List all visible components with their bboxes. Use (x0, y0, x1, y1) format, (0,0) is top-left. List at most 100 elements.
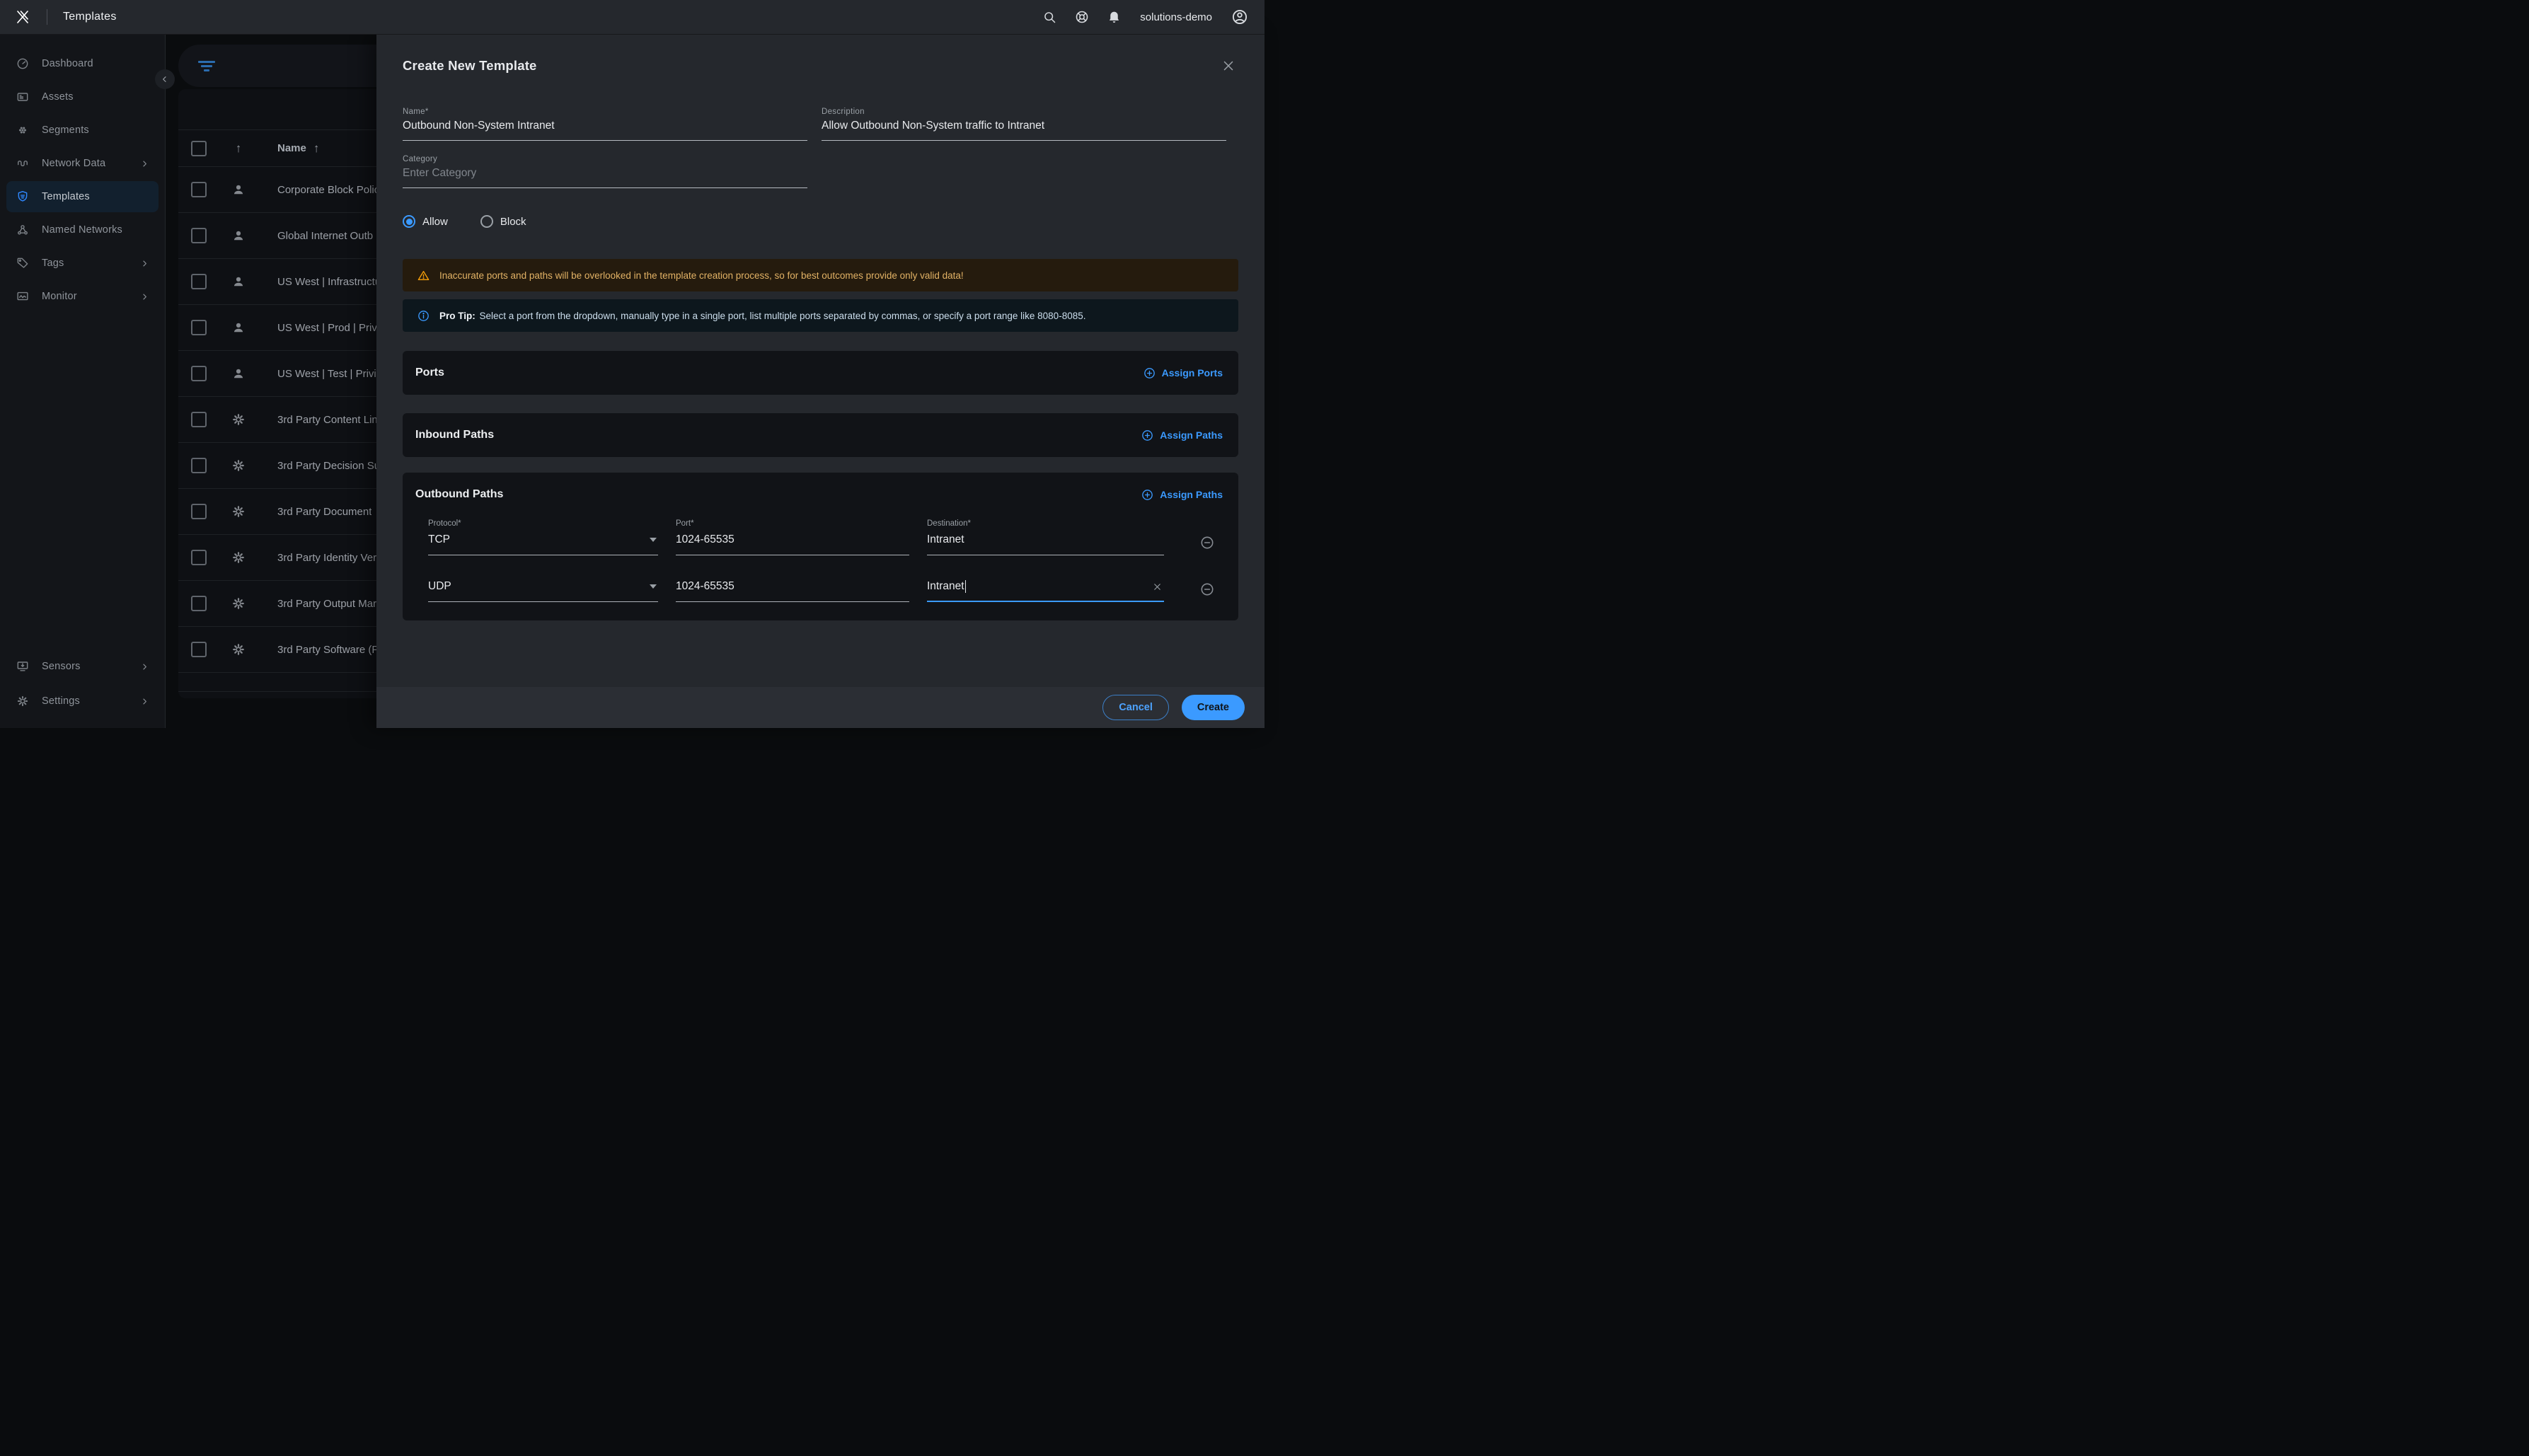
warning-triangle-icon (417, 269, 430, 282)
sidebar-item-assets[interactable]: Assets (6, 81, 159, 112)
protocol-label: Protocol* (428, 519, 658, 528)
description-field[interactable]: Description Allow Outbound Non-System tr… (822, 108, 1226, 141)
system-gear-icon (231, 550, 246, 565)
protip-text: Select a port from the dropdown, manuall… (480, 311, 1086, 321)
protocol-field[interactable]: Protocol* TCP (428, 519, 658, 555)
sidebar-item-templates[interactable]: Templates (6, 181, 159, 212)
row-checkbox[interactable] (191, 412, 207, 427)
allow-radio[interactable]: Allow (403, 215, 448, 228)
destination-field[interactable]: Destination* Intranet (927, 519, 1164, 555)
row-checkbox[interactable] (191, 458, 207, 473)
destination-input[interactable]: Intranet (927, 530, 1164, 555)
row-checkbox[interactable] (191, 596, 207, 611)
account-avatar-icon[interactable] (1231, 8, 1249, 26)
sidebar-item-sensors[interactable]: Sensors (6, 651, 159, 682)
plus-circle-icon (1141, 429, 1154, 442)
search-icon[interactable] (1042, 10, 1057, 25)
assign-ports-button[interactable]: Assign Ports (1143, 366, 1223, 380)
remove-row-button[interactable] (1199, 582, 1215, 597)
remove-row-button[interactable] (1199, 535, 1215, 550)
block-radio[interactable]: Block (480, 215, 526, 228)
assets-icon (16, 90, 30, 104)
row-checkbox[interactable] (191, 504, 207, 519)
destination-label: Destination* (927, 519, 1164, 528)
assign-inbound-paths-button[interactable]: Assign Paths (1141, 429, 1223, 442)
port-input[interactable]: 1024-65535 (676, 577, 909, 602)
sidebar-item-segments[interactable]: Segments (6, 115, 159, 146)
system-gear-icon (231, 458, 246, 473)
info-icon (417, 309, 430, 323)
dashboard-icon (16, 57, 30, 71)
port-field[interactable]: 1024-65535 (676, 577, 909, 602)
sidebar: Dashboard Assets Segments Network Data T… (0, 34, 166, 728)
warning-banner: Inaccurate ports and paths will be overl… (403, 259, 1238, 291)
protocol-field[interactable]: UDP (428, 577, 658, 602)
port-input[interactable]: 1024-65535 (676, 530, 909, 555)
row-checkbox[interactable] (191, 550, 207, 565)
assign-outbound-paths-button[interactable]: Assign Paths (1141, 488, 1223, 502)
system-gear-icon (231, 596, 246, 611)
user-icon (231, 182, 246, 197)
chevron-right-icon (139, 158, 150, 169)
text-cursor (965, 580, 967, 593)
user-icon (231, 228, 246, 243)
category-field[interactable]: Category Enter Category (403, 155, 807, 188)
app-logo-icon[interactable] (14, 8, 31, 25)
filter-icon[interactable] (198, 61, 215, 71)
name-field[interactable]: Name* Outbound Non-System Intranet (403, 108, 807, 141)
account-name[interactable]: solutions-demo (1140, 11, 1212, 23)
ports-section-title: Ports (415, 366, 444, 379)
outbound-paths-title: Outbound Paths (415, 488, 503, 501)
dropdown-caret-icon[interactable] (650, 584, 657, 589)
plus-circle-icon (1143, 366, 1156, 380)
close-icon[interactable] (1221, 58, 1236, 74)
description-input[interactable]: Allow Outbound Non-System traffic to Int… (822, 116, 1226, 141)
sidebar-item-tags[interactable]: Tags (6, 248, 159, 279)
clear-input-icon[interactable] (1152, 582, 1163, 592)
chevron-right-icon (139, 696, 150, 707)
inbound-paths-section: Inbound Paths Assign Paths (403, 413, 1238, 457)
sidebar-item-network-data[interactable]: Network Data (6, 148, 159, 179)
category-input[interactable]: Enter Category (403, 163, 807, 188)
notifications-bell-icon[interactable] (1107, 10, 1122, 25)
sidebar-item-settings[interactable]: Settings (6, 686, 159, 717)
sidebar-item-monitor[interactable]: Monitor (6, 281, 159, 312)
help-icon[interactable] (1074, 9, 1090, 25)
action-radio-group: Allow Block (403, 215, 1238, 228)
port-field[interactable]: Port* 1024-65535 (676, 519, 909, 555)
name-input[interactable]: Outbound Non-System Intranet (403, 116, 807, 141)
top-bar: Templates solutions-demo (0, 0, 1264, 35)
row-checkbox[interactable] (191, 228, 207, 243)
sidebar-collapse-button[interactable] (155, 69, 175, 89)
row-checkbox[interactable] (191, 642, 207, 657)
protip-label: Pro Tip: (439, 311, 476, 321)
select-all-checkbox[interactable] (191, 141, 207, 156)
sensors-icon (16, 659, 30, 674)
warning-text: Inaccurate ports and paths will be overl… (439, 270, 964, 281)
protocol-select[interactable]: UDP (428, 577, 658, 602)
dropdown-caret-icon[interactable] (650, 538, 657, 542)
sidebar-item-dashboard[interactable]: Dashboard (6, 48, 159, 79)
row-checkbox[interactable] (191, 366, 207, 381)
row-checkbox[interactable] (191, 274, 207, 289)
row-checkbox[interactable] (191, 182, 207, 197)
protip-banner: Pro Tip: Select a port from the dropdown… (403, 299, 1238, 332)
name-label: Name* (403, 108, 807, 116)
inbound-paths-title: Inbound Paths (415, 429, 494, 441)
plus-circle-icon (1141, 488, 1154, 502)
row-checkbox[interactable] (191, 320, 207, 335)
radio-icon (480, 215, 493, 228)
system-gear-icon (231, 642, 246, 657)
tags-icon (16, 256, 30, 270)
destination-input-focused[interactable]: Intranet (927, 577, 1164, 602)
chevron-right-icon (139, 661, 150, 672)
cancel-button[interactable]: Cancel (1102, 695, 1169, 720)
protocol-select[interactable]: TCP (428, 530, 658, 555)
name-column-header[interactable]: Name↑ (277, 141, 319, 156)
destination-field[interactable]: Intranet (927, 577, 1164, 602)
radio-icon (403, 215, 415, 228)
sidebar-item-named-networks[interactable]: Named Networks (6, 214, 159, 245)
type-sort-arrow-icon[interactable]: ↑ (231, 141, 246, 156)
user-icon (231, 274, 246, 289)
create-button[interactable]: Create (1182, 695, 1245, 720)
